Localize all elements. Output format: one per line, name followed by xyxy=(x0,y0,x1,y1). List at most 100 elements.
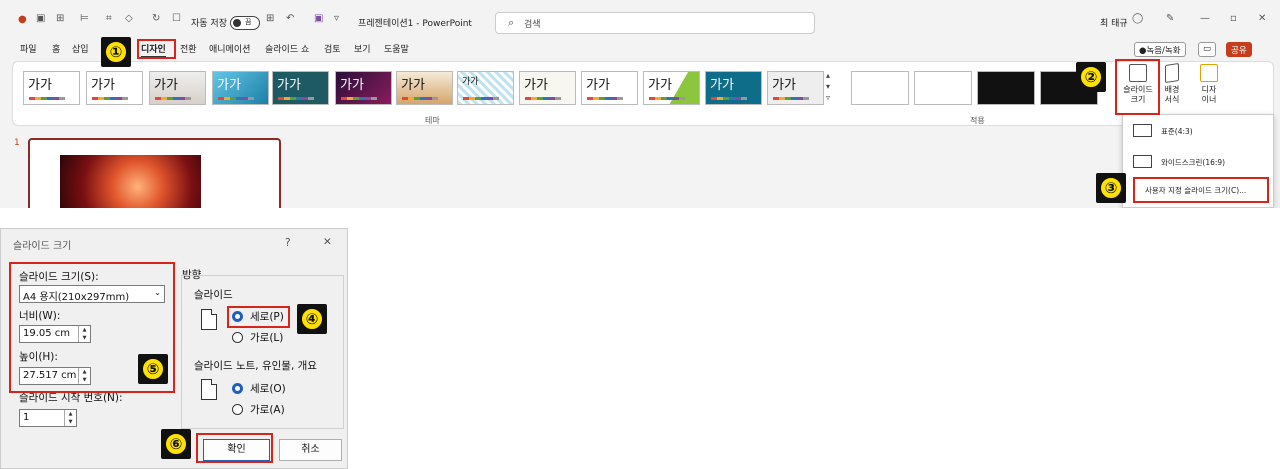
menu-item-widescreen[interactable]: 와이드스크린(16:9) xyxy=(1161,157,1280,168)
notes-orientation-label: 슬라이드 노트, 유인물, 개요 xyxy=(194,360,317,372)
notes-page-icon xyxy=(201,379,217,400)
theme-10[interactable]: 가가 xyxy=(581,71,638,105)
theme-sample-text: 가가 xyxy=(340,78,364,93)
theme-5[interactable]: 가가 xyxy=(272,71,329,105)
title-bar: ● ▣ ⊞ ⊨ ⌗ ◇ ↻ ☐ 자동 저장 끔 ⊞ ↶ ▣ ▿ 프레젠테이션1 … xyxy=(0,8,1280,38)
theme-sample-text: 가가 xyxy=(648,78,672,93)
step-number: ③ xyxy=(1099,176,1123,200)
tab-home[interactable]: 홈 xyxy=(52,42,60,55)
variant-1[interactable] xyxy=(851,71,909,105)
theme-sample-text: 가가 xyxy=(710,78,734,93)
theme-sample-text: 가가 xyxy=(28,78,52,93)
avatar-icon[interactable]: ◯ xyxy=(1132,13,1143,24)
restore-icon[interactable]: ▫ xyxy=(1230,13,1237,24)
pen-icon[interactable]: ✎ xyxy=(1166,13,1174,24)
highlight-slide-size xyxy=(1115,59,1160,115)
crop-icon[interactable]: ⌗ xyxy=(106,13,112,24)
slides-landscape-radio[interactable] xyxy=(232,332,243,343)
powerpoint-logo-icon: ● xyxy=(18,14,27,25)
step-marker-1: ① xyxy=(101,37,131,67)
theme-6[interactable]: 가가 xyxy=(335,71,392,105)
minimize-icon[interactable]: — xyxy=(1200,13,1210,24)
slide-background-image xyxy=(60,155,201,208)
theme-13[interactable]: 가가 xyxy=(767,71,824,105)
theme-9[interactable]: 가가 xyxy=(519,71,576,105)
save-icon[interactable]: ▣ xyxy=(36,13,45,24)
shapes-icon[interactable]: ◇ xyxy=(125,13,133,24)
tab-review[interactable]: 검토 xyxy=(324,42,341,55)
theme-scroll-icon[interactable]: ▴ ▾ ▿ xyxy=(826,70,830,103)
variant-2[interactable] xyxy=(914,71,972,105)
theme-sample-text: 가가 xyxy=(154,78,178,93)
search-placeholder: 검색 xyxy=(524,20,541,30)
step-marker-4: ④ xyxy=(297,304,327,334)
autosave-label: 자동 저장 xyxy=(191,19,227,29)
highlight-design-tab xyxy=(137,39,176,59)
search-input[interactable]: ⌕ 검색 xyxy=(495,12,815,34)
close-icon[interactable]: ✕ xyxy=(1258,13,1266,24)
designer-label: 디자 이너 xyxy=(1201,85,1217,104)
notes-landscape-label: 가로(A) xyxy=(250,404,285,416)
notes-portrait-radio[interactable] xyxy=(232,383,243,394)
share-button[interactable]: 공유 xyxy=(1226,42,1252,57)
theme-3[interactable]: 가가 xyxy=(149,71,206,105)
autosave-toggle[interactable]: 끔 xyxy=(230,16,260,30)
save-disk-icon[interactable]: ▣ xyxy=(314,13,323,24)
theme-sample-text: 가가 xyxy=(277,78,301,93)
format-background-button[interactable]: 배경 서식 xyxy=(1160,63,1184,105)
slides-landscape-label: 가로(L) xyxy=(250,332,284,344)
highlight-custom-size xyxy=(1133,177,1269,203)
tab-transitions[interactable]: 전환 xyxy=(180,42,197,55)
portrait-page-icon xyxy=(201,309,217,330)
comment-icon[interactable]: ☐ xyxy=(172,13,181,24)
step-number: ⑤ xyxy=(141,357,165,381)
theme-12[interactable]: 가가 xyxy=(705,71,762,105)
tab-insert[interactable]: 삽입 xyxy=(72,42,89,55)
designer-button[interactable]: 디자 이너 xyxy=(1196,64,1222,105)
theme-8[interactable]: 가가 xyxy=(457,71,514,105)
theme-2[interactable]: 가가 xyxy=(86,71,143,105)
table-icon[interactable]: ⊞ xyxy=(266,13,274,24)
theme-7[interactable]: 가가 xyxy=(396,71,453,105)
tab-view[interactable]: 보기 xyxy=(354,42,371,55)
theme-sample-text: 가가 xyxy=(401,78,425,93)
theme-11[interactable]: 가가 xyxy=(643,71,700,105)
dialog-title: 슬라이드 크기 xyxy=(13,241,72,252)
step-number: ① xyxy=(104,40,128,64)
tab-animations[interactable]: 애니메이션 xyxy=(209,42,250,55)
theme-sample-text: 가가 xyxy=(462,77,479,87)
undo-icon[interactable]: ↶ xyxy=(286,13,294,24)
step-marker-6: ⑥ xyxy=(161,429,191,459)
cancel-button[interactable]: 취소 xyxy=(279,439,342,461)
step-marker-3: ③ xyxy=(1096,173,1126,203)
dialog-close-button[interactable]: ✕ xyxy=(323,236,332,248)
record-button[interactable]: ●녹음/녹화 xyxy=(1134,42,1186,57)
menu-item-standard[interactable]: 표준(4:3) xyxy=(1161,126,1280,137)
notes-portrait-label: 세로(O) xyxy=(250,383,286,395)
slides-orientation-label: 슬라이드 xyxy=(194,289,233,301)
theme-office[interactable]: 가가 xyxy=(23,71,80,105)
start-number-input[interactable]: 1 ▲ ▼ xyxy=(19,409,77,427)
tab-slideshow[interactable]: 슬라이드 쇼 xyxy=(265,42,309,55)
theme-4[interactable]: 가가 xyxy=(212,71,269,105)
slide-number: 1 xyxy=(14,138,20,148)
redo-icon[interactable]: ↻ xyxy=(152,13,160,24)
variant-3[interactable] xyxy=(977,71,1035,105)
standard-thumb-icon xyxy=(1133,124,1152,137)
new-slide-icon[interactable]: ⊞ xyxy=(56,13,64,24)
tab-file[interactable]: 파일 xyxy=(20,42,37,55)
theme-sample-text: 가가 xyxy=(586,78,610,93)
highlight-ok xyxy=(196,433,273,463)
align-icon[interactable]: ⊨ xyxy=(80,13,89,24)
menu-tabs: 파일 홈 삽입 디자인 전환 애니메이션 슬라이드 쇼 검토 보기 도움말 xyxy=(0,40,1280,60)
customize-qat-icon[interactable]: ▿ xyxy=(334,13,339,24)
format-background-icon xyxy=(1165,63,1179,83)
theme-sample-text: 가가 xyxy=(772,78,796,93)
group-theme-label: 테마 xyxy=(425,116,440,125)
help-button[interactable]: ? xyxy=(285,237,291,249)
step-number: ② xyxy=(1079,65,1103,89)
notes-landscape-radio[interactable] xyxy=(232,404,243,415)
start-number-spinner[interactable]: ▲ ▼ xyxy=(64,410,76,426)
tab-help[interactable]: 도움말 xyxy=(384,42,409,55)
comments-button[interactable]: ▭ xyxy=(1198,42,1217,57)
